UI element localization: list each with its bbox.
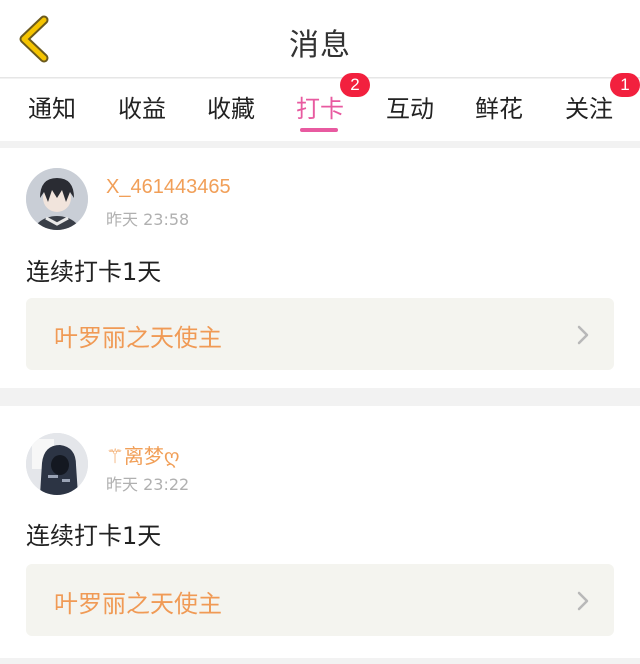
book-link[interactable]: 叶罗丽之天使主: [26, 564, 614, 636]
hooded-figure-avatar-icon: [26, 433, 88, 495]
anime-avatar-icon: [26, 168, 88, 230]
follow-badge: 1: [610, 73, 640, 97]
tab-checkin[interactable]: 打卡: [288, 89, 352, 124]
checkin-badge: 2: [340, 73, 370, 97]
avatar[interactable]: [26, 433, 88, 495]
tab-interaction[interactable]: 互动: [378, 89, 442, 124]
message-card: X_461443465 昨天 23:58 连续打卡1天 叶罗丽之天使主: [0, 148, 640, 388]
timestamp: 昨天 23:58: [106, 210, 190, 229]
message-text: 连续打卡1天: [26, 258, 162, 286]
username[interactable]: X_461443465: [106, 176, 231, 199]
active-tab-indicator: [300, 128, 338, 132]
avatar[interactable]: [26, 168, 88, 230]
book-link[interactable]: 叶罗丽之天使主: [26, 298, 614, 370]
tab-notifications[interactable]: 通知: [20, 89, 84, 124]
top-bar: 消息: [0, 0, 640, 78]
tab-flowers[interactable]: 鲜花: [467, 89, 531, 124]
chevron-right-icon: [577, 325, 589, 345]
timestamp: 昨天 23:22: [106, 475, 190, 494]
chevron-right-icon: [577, 591, 589, 611]
tab-follow[interactable]: 关注: [557, 89, 621, 124]
book-title: 叶罗丽之天使主: [54, 590, 222, 618]
tab-earnings[interactable]: 收益: [110, 89, 174, 124]
message-card: ⚚离梦ღ 昨天 23:22 连续打卡1天 叶罗丽之天使主: [0, 406, 640, 658]
tab-favorites[interactable]: 收藏: [199, 89, 263, 124]
tab-bar: 通知 收益 收藏 打卡 互动 鲜花 关注 2 1: [0, 73, 640, 141]
username[interactable]: ⚚离梦ღ: [106, 440, 180, 469]
message-text: 连续打卡1天: [26, 522, 162, 550]
page-title: 消息: [289, 28, 351, 63]
book-title: 叶罗丽之天使主: [54, 324, 222, 352]
